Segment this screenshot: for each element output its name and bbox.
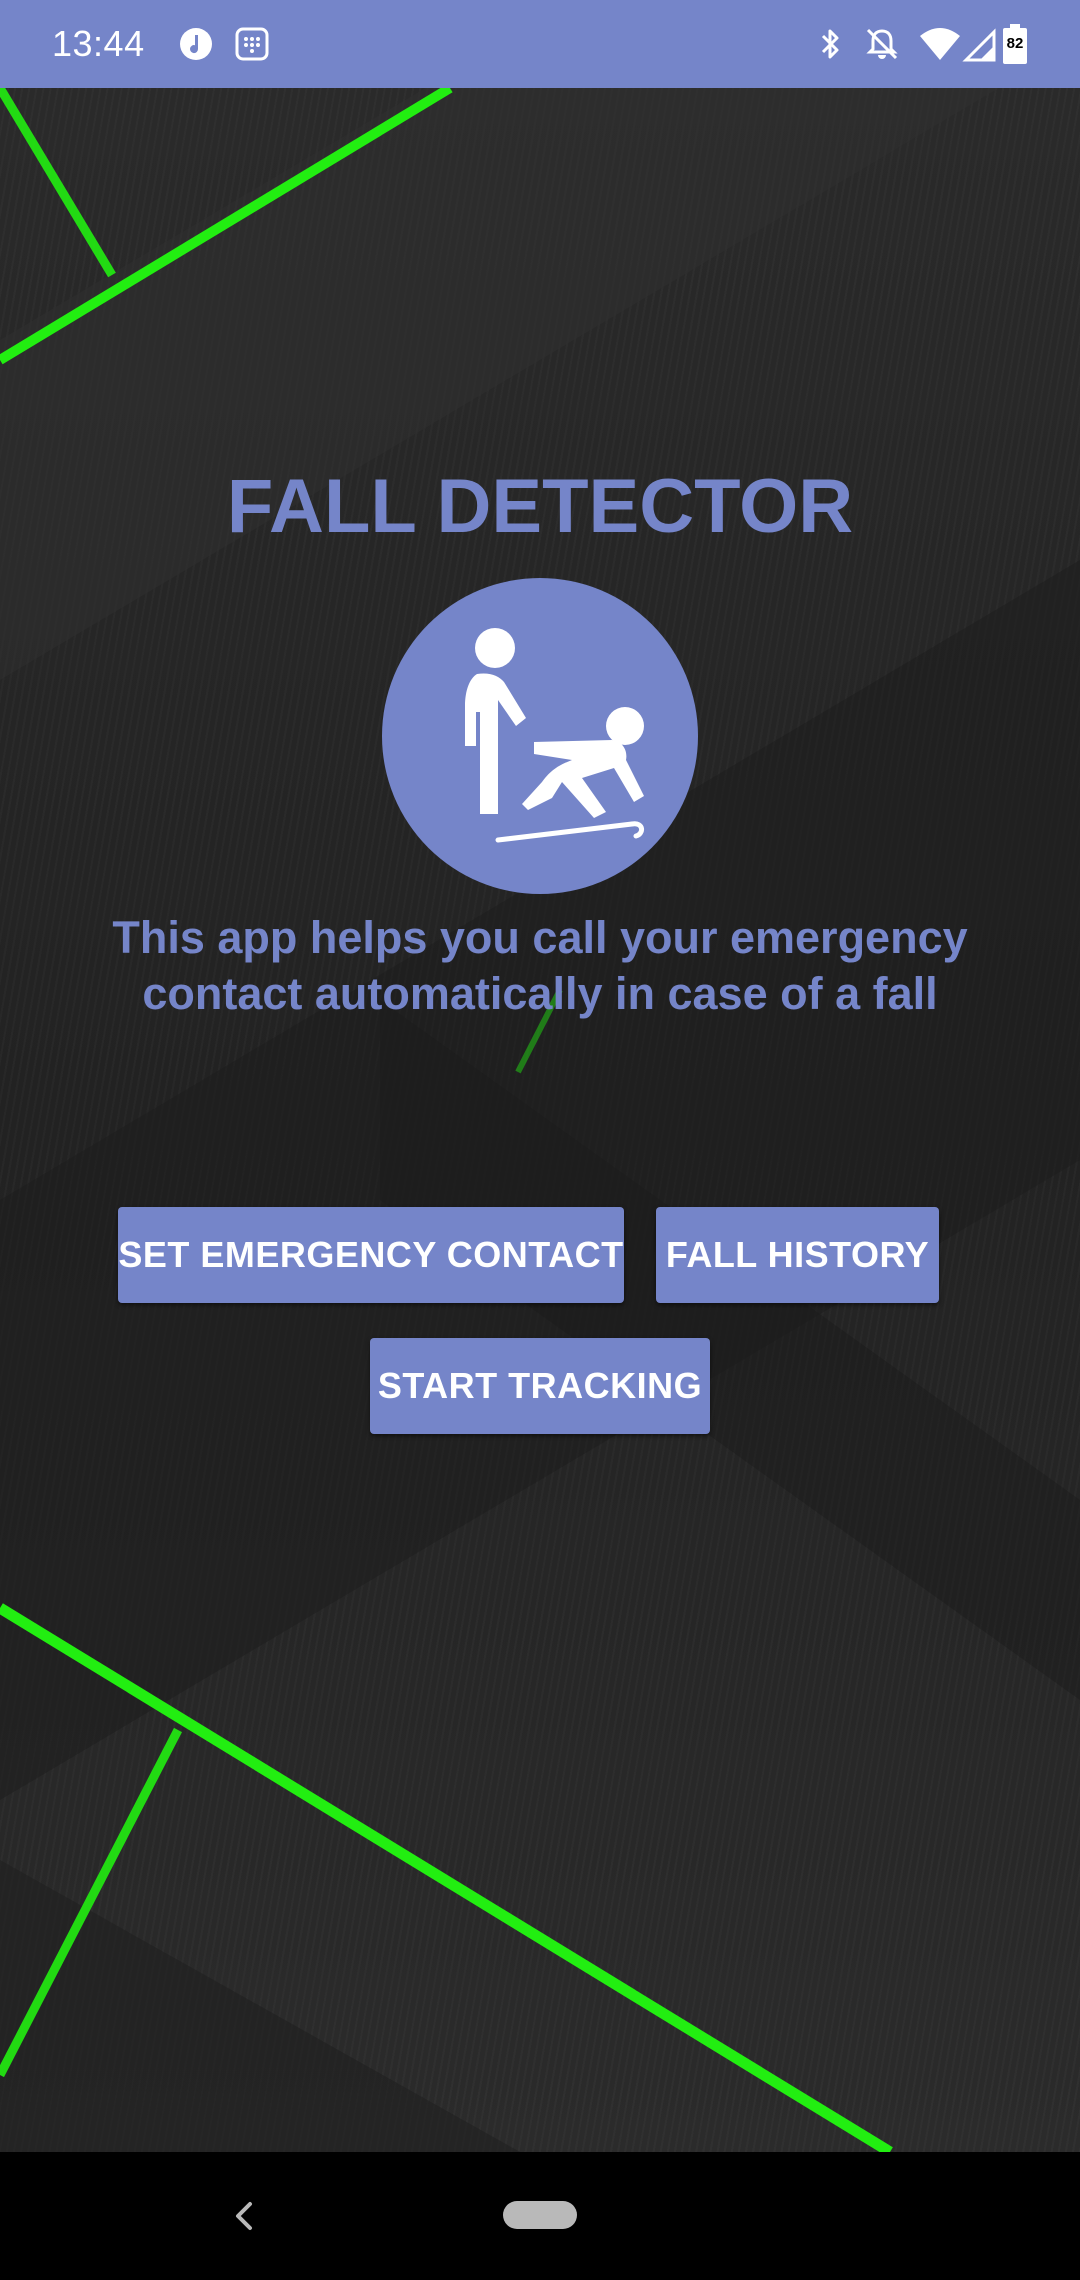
wifi-icon	[918, 22, 962, 66]
grid-notification-icon	[230, 22, 274, 66]
app-title: FALL DETECTOR	[226, 464, 854, 549]
notifications-off-icon	[860, 22, 904, 66]
main-background	[0, 88, 1080, 2152]
background-decoration	[0, 88, 1080, 2152]
app-description: This app helps you call your emergency c…	[112, 912, 968, 1019]
status-bar: 13:44 82	[0, 0, 1080, 88]
music-notification-icon	[174, 22, 218, 66]
start-tracking-button[interactable]: START TRACKING	[370, 1338, 710, 1434]
status-time: 13:44	[52, 23, 145, 64]
battery-icon: 82	[1000, 22, 1030, 66]
set-emergency-contact-button[interactable]: SET EMERGENCY CONTACT	[118, 1207, 624, 1303]
fall-history-button[interactable]: FALL HISTORY	[656, 1207, 939, 1303]
bluetooth-icon	[808, 22, 852, 66]
home-pill-icon[interactable]	[503, 2201, 577, 2229]
fall-assist-icon	[465, 628, 644, 843]
battery-level: 82	[1006, 35, 1024, 52]
back-chevron-icon[interactable]	[224, 2196, 264, 2241]
app-logo	[382, 578, 698, 894]
